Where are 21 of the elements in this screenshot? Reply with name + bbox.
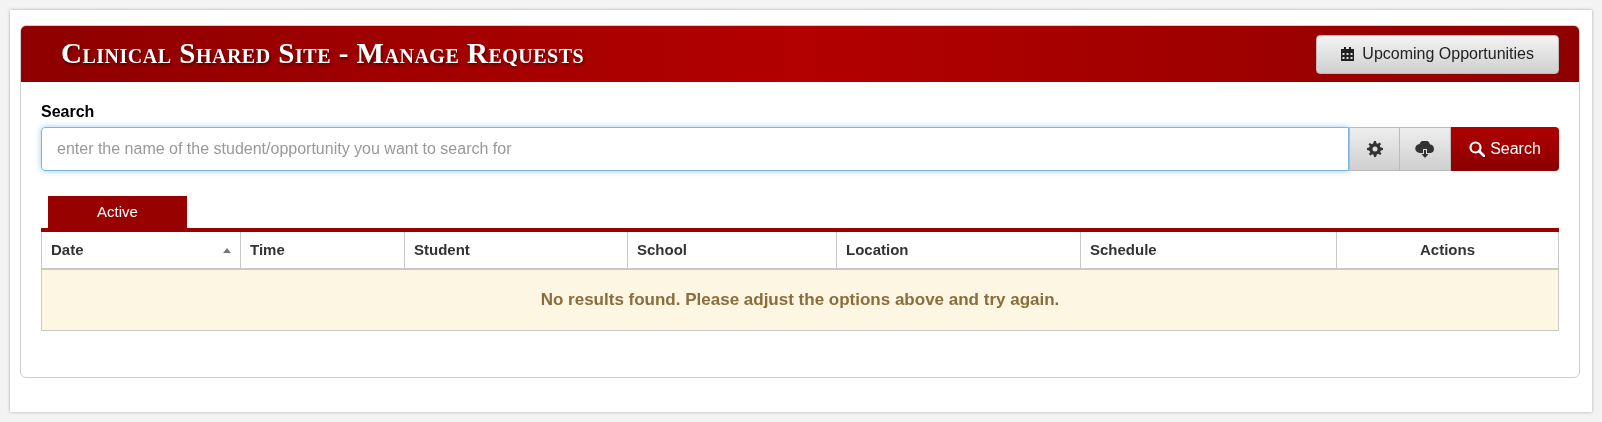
cloud-download-icon: [1415, 140, 1435, 158]
calendar-icon: [1341, 47, 1355, 61]
settings-button[interactable]: [1349, 127, 1400, 171]
column-header[interactable]: Schedule: [1090, 238, 1157, 262]
upcoming-opportunities-button[interactable]: Upcoming Opportunities: [1316, 34, 1559, 74]
column-header[interactable]: Time: [250, 238, 285, 262]
column-header[interactable]: Actions: [1420, 238, 1475, 262]
column-header[interactable]: School: [637, 238, 687, 262]
page-title: Clinical Shared Site - Manage Requests: [61, 36, 585, 72]
sort-ascending-icon: [223, 247, 231, 253]
search-button[interactable]: Search: [1451, 127, 1559, 171]
search-field[interactable]: enter the name of the student/opportunity you want to search for: [41, 127, 1349, 171]
search-label: Search: [41, 102, 96, 122]
column-header[interactable]: Location: [846, 238, 909, 262]
tab[interactable]: Active: [48, 196, 187, 228]
gear-icon: [1366, 141, 1383, 157]
download-button[interactable]: [1400, 127, 1451, 171]
column-header[interactable]: Date: [51, 238, 84, 262]
search-icon: [1469, 141, 1486, 157]
column-header[interactable]: Student: [414, 238, 470, 262]
empty-message: No results found. Please adjust the options above and try again.: [41, 269, 1559, 331]
